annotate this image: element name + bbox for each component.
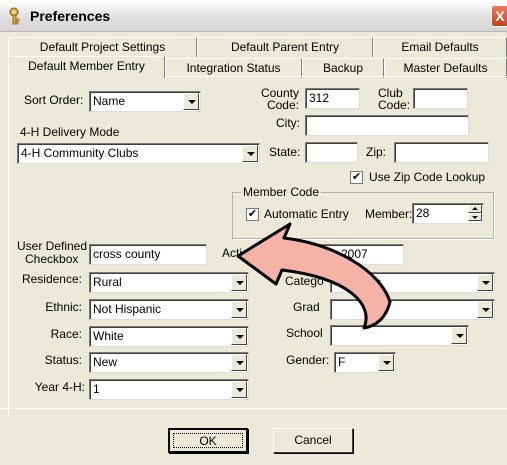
tab-default-member-entry[interactable]: Default Member Entry [8,56,165,78]
tab-integration-status[interactable]: Integration Status [165,58,302,78]
chevron-down-icon[interactable] [477,274,493,291]
footer-divider [0,408,507,409]
key-icon [9,7,20,25]
ok-button[interactable]: OK [168,428,248,453]
county-code-input[interactable]: 312 [305,88,360,109]
residence-select[interactable]: Rural [89,272,249,293]
delivery-mode-select[interactable]: 4-H Community Clubs [17,143,260,164]
state-input[interactable] [305,142,358,163]
member-number-stepper[interactable]: 28 [412,203,484,224]
zip-input[interactable] [394,142,489,163]
close-icon: X [495,8,505,24]
chevron-down-icon[interactable] [242,145,258,162]
focus-rect: OK [173,433,243,448]
status-label: Status: [44,353,82,367]
checkmark-icon: ✔ [247,208,258,220]
status-select[interactable]: New [89,352,249,373]
title-bar[interactable]: Preferences X [0,0,507,32]
tab-default-parent-entry[interactable]: Default Parent Entry [197,37,373,57]
year-4h-select[interactable]: 1 [89,379,249,400]
race-label: Race: [50,327,82,341]
user-defined-label-2: Checkbox [25,252,79,266]
ethnic-select[interactable]: Not Hispanic [89,299,249,320]
race-select[interactable]: White [89,326,249,347]
club-code-input[interactable] [413,88,468,109]
club-code-label-2: Code: [378,98,411,112]
sort-order-select[interactable]: Name [89,91,201,112]
spin-down-icon[interactable] [468,213,482,221]
close-button[interactable]: X [491,5,507,27]
annotation-arrow-icon [236,222,392,330]
chevron-down-icon[interactable] [183,93,199,110]
spin-buttons[interactable] [468,205,482,222]
chevron-down-icon[interactable] [231,381,247,398]
chevron-down-icon[interactable] [231,354,247,371]
delivery-mode-label: 4-H Delivery Mode [20,125,120,139]
state-label: State: [269,145,301,159]
member-label: Member: [365,207,413,221]
tab-default-project-settings[interactable]: Default Project Settings [8,37,197,57]
ethnic-label: Ethnic: [45,300,82,314]
year-4h-label: Year 4-H: [34,380,85,394]
preferences-window: Preferences X Default Project Settings D… [0,0,507,465]
county-code-label-2: Code: [266,98,299,112]
use-zip-lookup-checkbox[interactable]: ✔ [350,171,363,184]
checkmark-icon: ✔ [351,171,362,183]
chevron-down-icon[interactable] [378,354,394,371]
residence-label: Residence: [21,272,82,286]
gender-label: Gender: [286,353,330,367]
spin-up-icon[interactable] [468,205,482,213]
automatic-entry-label: Automatic Entry [264,207,349,221]
city-input[interactable] [305,115,469,136]
sort-order-label: Sort Order: [24,93,84,107]
member-code-legend: Member Code [241,185,322,199]
chevron-down-icon[interactable] [231,328,247,345]
tab-email-defaults[interactable]: Email Defaults [373,37,507,57]
use-zip-lookup-label: Use Zip Code Lookup [369,170,486,184]
window-title: Preferences [30,8,111,24]
zip-label: Zip: [366,145,387,159]
tab-backup[interactable]: Backup [302,58,384,78]
chevron-down-icon[interactable] [477,301,493,318]
user-defined-input[interactable]: cross county [89,244,207,265]
city-label: City: [276,116,300,130]
chevron-down-icon[interactable] [451,327,467,344]
gender-select[interactable]: F [334,352,396,373]
cancel-button[interactable]: Cancel [273,428,353,453]
automatic-entry-checkbox[interactable]: ✔ [246,208,259,221]
tab-master-defaults[interactable]: Master Defaults [384,58,507,78]
